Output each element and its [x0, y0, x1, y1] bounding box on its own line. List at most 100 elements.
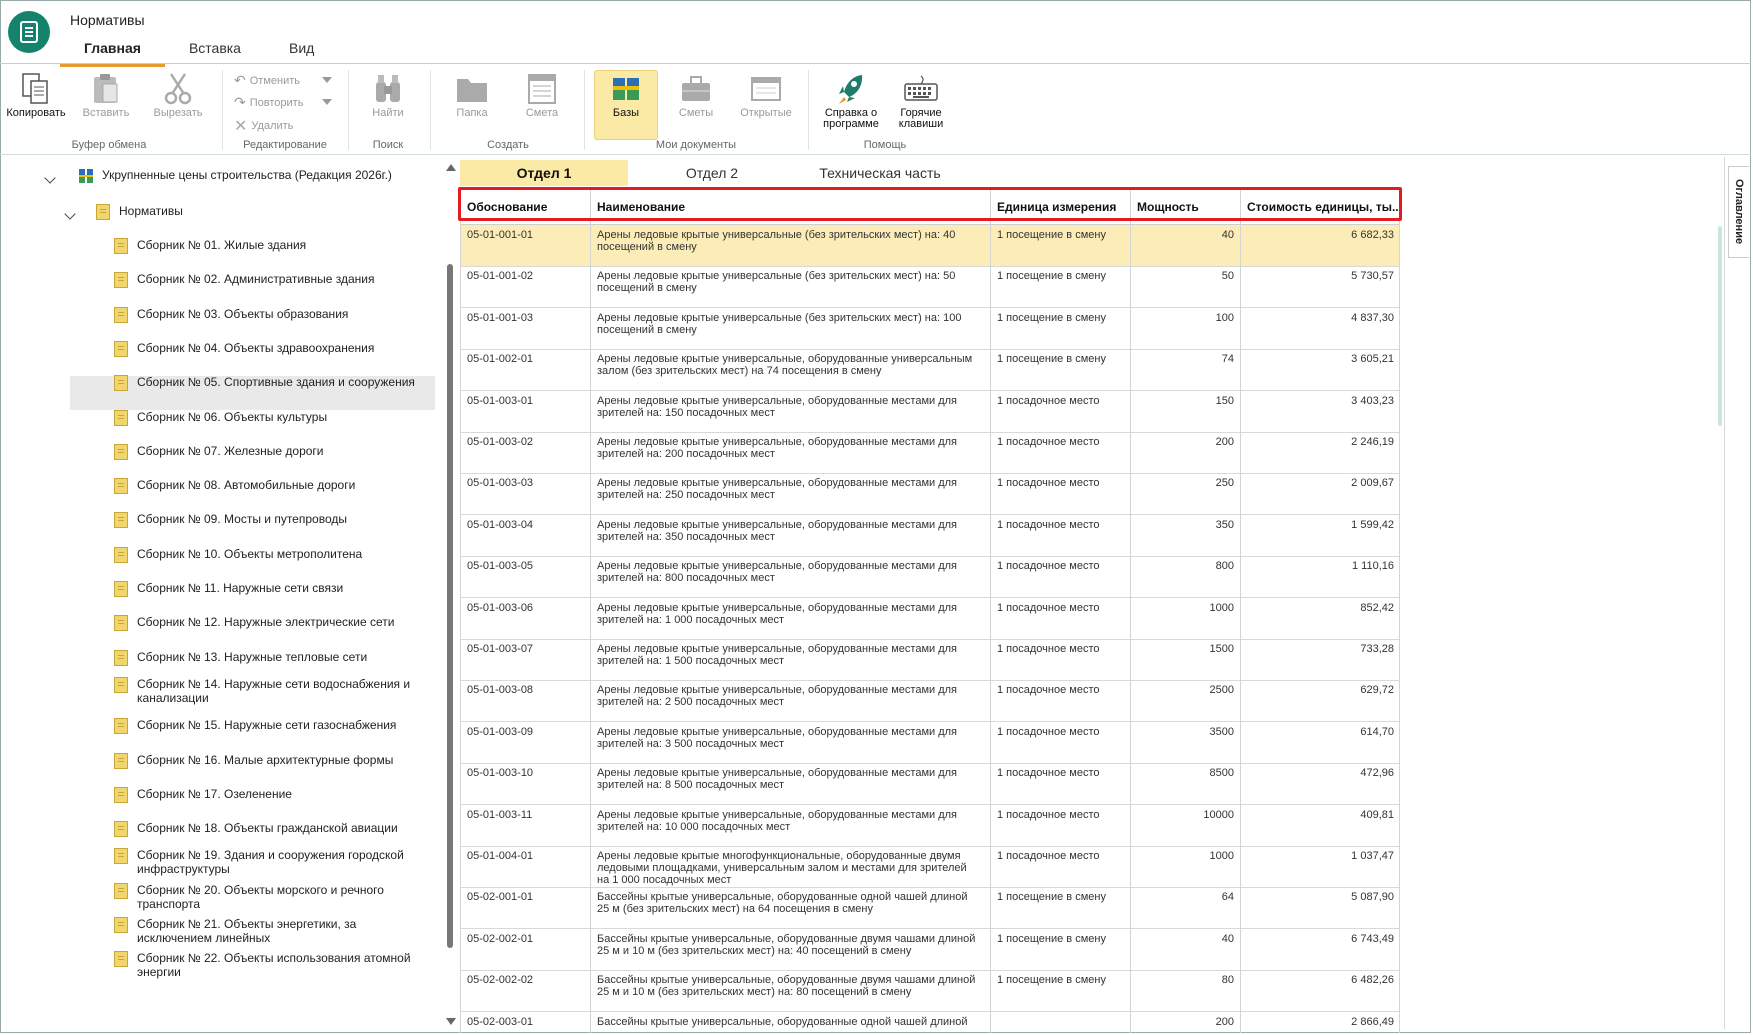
tree-item-label-line: Сборник № 21. Объекты энергетики, за	[137, 917, 357, 931]
table-row[interactable]: 05-01-003-11 Арены ледовые крытые универс…	[460, 805, 1399, 847]
cell-name: Арены ледовые крытые универсальные, обор…	[590, 643, 990, 667]
tree-item[interactable]: Сборник № 20. Объекты морского и речного…	[114, 882, 384, 911]
undo-button[interactable]: ↶ Отменить	[234, 72, 300, 89]
tree-item-label: Сборник № 08. Автомобильные дороги	[137, 478, 355, 492]
tree-item[interactable]: Сборник № 01. Жилые здания	[114, 238, 306, 254]
table-row[interactable]: 05-01-003-07 Арены ледовые крытые универс…	[460, 639, 1399, 681]
tree-item[interactable]: Сборник № 21. Объекты энергетики, за искл…	[114, 917, 356, 945]
tree-item[interactable]: Сборник № 02. Административные здания	[114, 272, 374, 289]
cell-basis: 05-01-003-01	[467, 394, 534, 407]
table-row[interactable]: 05-01-003-09 Арены ледовые крытые универс…	[460, 722, 1399, 764]
paste-button[interactable]: Вставить	[76, 64, 136, 119]
tree-item[interactable]: Сборник № 09. Мосты и путепроводы	[114, 512, 347, 529]
about-button[interactable]: Справка о программе	[816, 64, 886, 130]
redo-button[interactable]: ↷ Повторить	[234, 94, 303, 111]
windows-icon	[750, 70, 782, 108]
table-row[interactable]: 05-02-002-02 Бассейны крытые универсальны…	[460, 970, 1399, 1013]
table-row[interactable]: 05-01-003-10 Арены ледовые крытые универс…	[460, 763, 1399, 806]
tree-item[interactable]: Сборник № 17. Озеленение	[114, 786, 292, 803]
tree-item-label-line: Сборник № 10. Объекты метрополитена	[137, 546, 363, 561]
cut-button[interactable]: Вырезать	[148, 64, 208, 119]
cell-unit-cost: 852,42	[1360, 601, 1394, 614]
estimate-button[interactable]: Смета	[512, 64, 572, 119]
hotkeys-button[interactable]: Горячие клавиши	[888, 64, 954, 130]
tree-item[interactable]: Сборник № 10. Объекты метрополитена	[114, 546, 362, 563]
table-row[interactable]: 05-01-003-06 Арены ледовые крытые универс…	[460, 598, 1399, 640]
tree-node-normatives[interactable]: Нормативы	[96, 204, 183, 220]
tree-item[interactable]: Сборник № 13. Наружные тепловые сети	[114, 649, 367, 666]
tree-item-label-line: Сборник № 07. Железные дороги	[137, 443, 324, 458]
folder-button[interactable]: Папка	[442, 64, 502, 119]
tree-item[interactable]: Сборник № 18. Объекты гражданской авиаци…	[114, 821, 398, 838]
table-row[interactable]: 05-01-004-01 Арены ледовые крытые многофу…	[460, 846, 1399, 888]
cell-capacity: 200	[1215, 1015, 1234, 1028]
tab-technical-part[interactable]: Техническая часть	[796, 160, 964, 186]
estimates-button[interactable]: Сметы	[664, 64, 728, 119]
cell-basis: 05-02-002-02	[467, 974, 534, 987]
contents-side-tab[interactable]: Оглавление	[1728, 166, 1749, 258]
tree-item[interactable]: Сборник № 07. Железные дороги	[114, 443, 324, 460]
tree-item[interactable]: Сборник № 08. Автомобильные дороги	[114, 478, 355, 495]
tree-item[interactable]: Сборник № 05. Спортивные здания и сооруж…	[114, 375, 415, 392]
cell-line: 25 м и 10 м (без зрительских мест) на: 8…	[597, 986, 912, 999]
table-row[interactable]: 05-01-003-03 Арены ледовые крытые универс…	[460, 473, 1399, 516]
column-header-capacity[interactable]: Мощность	[1130, 190, 1240, 224]
table-row[interactable]: 05-01-003-04 Арены ледовые крытые универс…	[460, 515, 1399, 557]
table-scrollbar[interactable]	[1718, 226, 1722, 426]
table-row[interactable]: 05-01-003-05 Арены ледовые крытые универс…	[460, 556, 1399, 599]
table-row[interactable]: 05-01-003-01 Арены ледовые крытые универс…	[460, 391, 1399, 433]
tree-root[interactable]: Укрупненные цены строительства (Редакция…	[78, 168, 392, 184]
table-row[interactable]: 05-02-001-01 Бассейны крытые универсальны…	[460, 887, 1399, 930]
tree-scrollbar[interactable]	[447, 264, 453, 948]
table-row[interactable]: 05-01-003-02 Арены ледовые крытые универс…	[460, 432, 1399, 474]
tree-item[interactable]: Сборник № 15. Наружные сети газоснабжени…	[114, 718, 396, 735]
table-row[interactable]: 05-01-002-01 Арены ледовые крытые универс…	[460, 349, 1399, 392]
opened-button[interactable]: Открытые	[734, 64, 798, 119]
group-create-label: Создать	[487, 139, 529, 151]
column-header-basis[interactable]: Обоснование	[460, 190, 590, 224]
tree-item[interactable]: Сборник № 03. Объекты образования	[114, 306, 348, 323]
tree-item[interactable]: Сборник № 16. Малые архитектурные формы	[114, 752, 393, 769]
tree-item[interactable]: Сборник № 11. Наружные сети связи	[114, 581, 343, 597]
bases-button[interactable]: Базы	[594, 64, 658, 119]
tree-item[interactable]: Сборник № 19. Здания и сооружения городс…	[114, 848, 404, 876]
tab-section-2[interactable]: Отдел 2	[628, 160, 796, 186]
redo-dropdown-icon[interactable]	[322, 99, 332, 105]
cell-unit-cost: 1 037,47	[1351, 850, 1394, 862]
table-row[interactable]: 05-01-001-03 Арены ледовые крытые универс…	[460, 308, 1399, 350]
tree-item-label-line: Сборник № 12. Наружные электрические сет…	[137, 615, 395, 630]
column-header-unit[interactable]: Единица измерения	[990, 190, 1130, 224]
delete-button[interactable]: ✕ Удалить	[234, 116, 293, 136]
cell-line: Арены ледовые крытые универсальные, обор…	[597, 808, 958, 821]
tree-item[interactable]: Сборник № 06. Объекты культуры	[114, 409, 327, 426]
cell-line: Арены ледовые крытые универсальные, обор…	[597, 560, 958, 573]
table-row[interactable]: 05-01-001-02 Арены ледовые крытые универс…	[460, 266, 1399, 309]
book-icon	[114, 848, 128, 865]
tree-item[interactable]: Сборник № 04. Объекты здравоохранения	[114, 340, 374, 357]
tree-item[interactable]: Сборник № 12. Наружные электрические сет…	[114, 615, 395, 632]
collapse-chevron-icon[interactable]	[44, 172, 56, 184]
tree-item-label: Сборник № 13. Наружные тепловые сети	[137, 650, 367, 664]
tab-section-1[interactable]: Отдел 1	[460, 160, 628, 186]
undo-dropdown-icon[interactable]	[322, 77, 332, 83]
tree-item[interactable]: Сборник № 22. Объекты использования атом…	[114, 951, 411, 979]
cell-line: зрителей на: 3 500 посадочных мест	[597, 737, 785, 750]
cell-line: Арены ледовые крытые универсальные, обор…	[597, 518, 958, 531]
table-row[interactable]: 05-02-003-01 Бассейны крытые универсальны…	[460, 1012, 1399, 1033]
table-row[interactable]: 05-02-002-01 Бассейны крытые универсальны…	[460, 929, 1399, 971]
collapse-chevron-icon[interactable]	[64, 208, 76, 220]
group-help-label: Помощь	[863, 139, 907, 151]
column-header-unit-cost[interactable]: Стоимость единицы, ты...	[1240, 190, 1399, 224]
table-row[interactable]: 05-01-003-08 Арены ледовые крытые универс…	[460, 680, 1399, 723]
copy-icon	[21, 70, 51, 108]
table-row[interactable]: 05-01-001-01 Арены ледовые крытые универс…	[460, 225, 1399, 267]
tree-item-label: Сборник № 10. Объекты метрополитена	[137, 547, 362, 561]
tree-item-label-line: Сборник № 14. Наружные сети водоснабжени…	[137, 676, 411, 691]
column-header-name[interactable]: Наименование	[590, 190, 990, 224]
hotkeys-label-line2: клавиши	[898, 118, 944, 130]
tree-item[interactable]: Сборник № 14. Наружные сети водоснабжени…	[114, 676, 411, 705]
find-button[interactable]: Найти	[360, 64, 416, 119]
scroll-down-icon[interactable]	[446, 1018, 456, 1025]
copy-button[interactable]: Копировать	[4, 64, 68, 119]
scroll-up-icon[interactable]	[446, 164, 456, 171]
